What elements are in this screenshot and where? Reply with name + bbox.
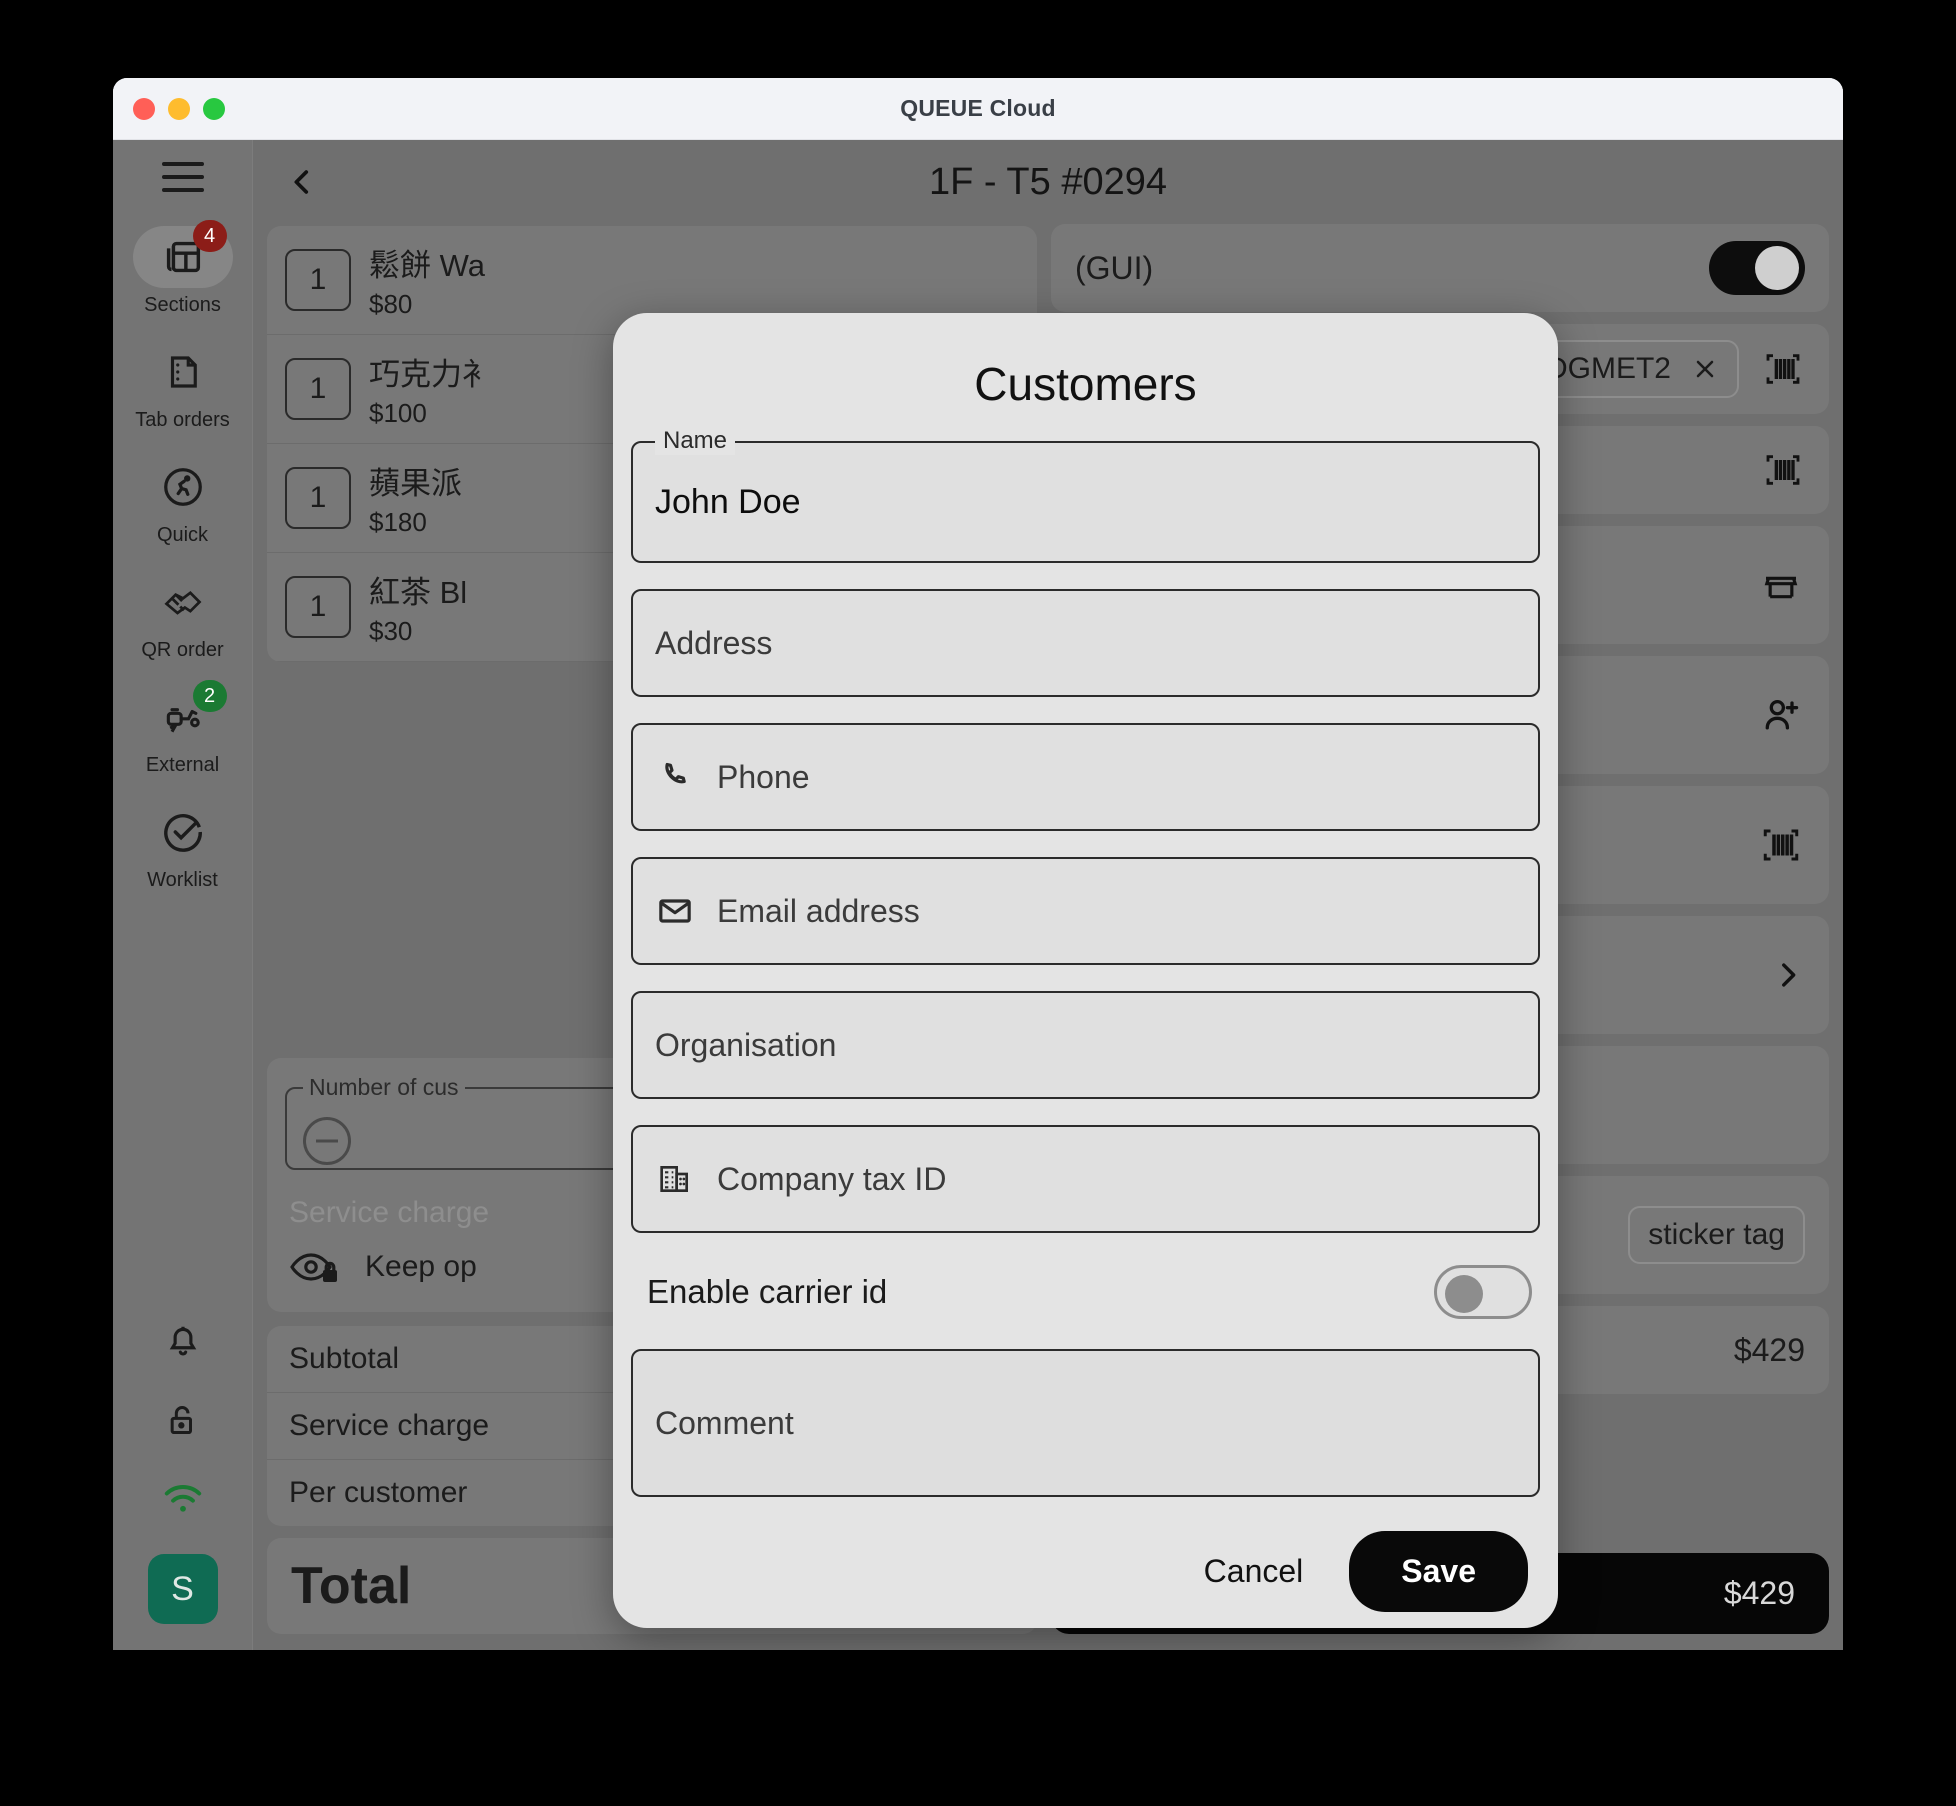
company-tax-id-field[interactable]: Company tax ID xyxy=(631,1125,1540,1233)
enable-carrier-id-toggle[interactable] xyxy=(1434,1265,1532,1319)
mail-icon xyxy=(659,899,691,923)
name-field[interactable]: Name John Doe xyxy=(631,427,1540,563)
save-button[interactable]: Save xyxy=(1349,1531,1528,1612)
maximize-window-icon[interactable] xyxy=(203,97,225,120)
app-window: QUEUE Cloud 4 Sections Tab orders Quick … xyxy=(113,78,1843,1650)
email-field[interactable]: Email address xyxy=(631,857,1540,965)
enable-carrier-id-label: Enable carrier id xyxy=(647,1273,888,1310)
company-tax-id-placeholder: Company tax ID xyxy=(717,1160,947,1197)
name-field-label: Name xyxy=(655,427,736,455)
close-window-icon[interactable] xyxy=(133,97,155,120)
phone-placeholder: Phone xyxy=(717,758,810,795)
enable-carrier-id-row[interactable]: Enable carrier id xyxy=(631,1259,1540,1337)
organisation-field[interactable]: Organisation xyxy=(631,991,1540,1099)
dialog-actions: Cancel Save xyxy=(631,1497,1540,1612)
phone-field[interactable]: Phone xyxy=(631,723,1540,831)
dialog-title: Customers xyxy=(974,358,1197,410)
customers-dialog: Customers Name John Doe Address Phone Em… xyxy=(613,313,1558,1628)
address-field[interactable]: Address xyxy=(631,589,1540,697)
cancel-button[interactable]: Cancel xyxy=(1186,1541,1322,1602)
email-placeholder: Email address xyxy=(717,892,920,929)
window-titlebar: QUEUE Cloud xyxy=(113,78,1843,140)
phone-icon xyxy=(665,762,686,784)
address-placeholder: Address xyxy=(655,624,773,661)
traffic-light-buttons[interactable] xyxy=(133,97,225,120)
organisation-placeholder: Organisation xyxy=(655,1026,837,1063)
window-title: QUEUE Cloud xyxy=(900,95,1056,121)
comment-field[interactable]: Comment xyxy=(631,1349,1540,1497)
minimize-window-icon[interactable] xyxy=(168,97,190,120)
comment-placeholder: Comment xyxy=(655,1404,794,1441)
building-icon xyxy=(660,1166,688,1192)
name-field-value: John Doe xyxy=(655,482,801,521)
